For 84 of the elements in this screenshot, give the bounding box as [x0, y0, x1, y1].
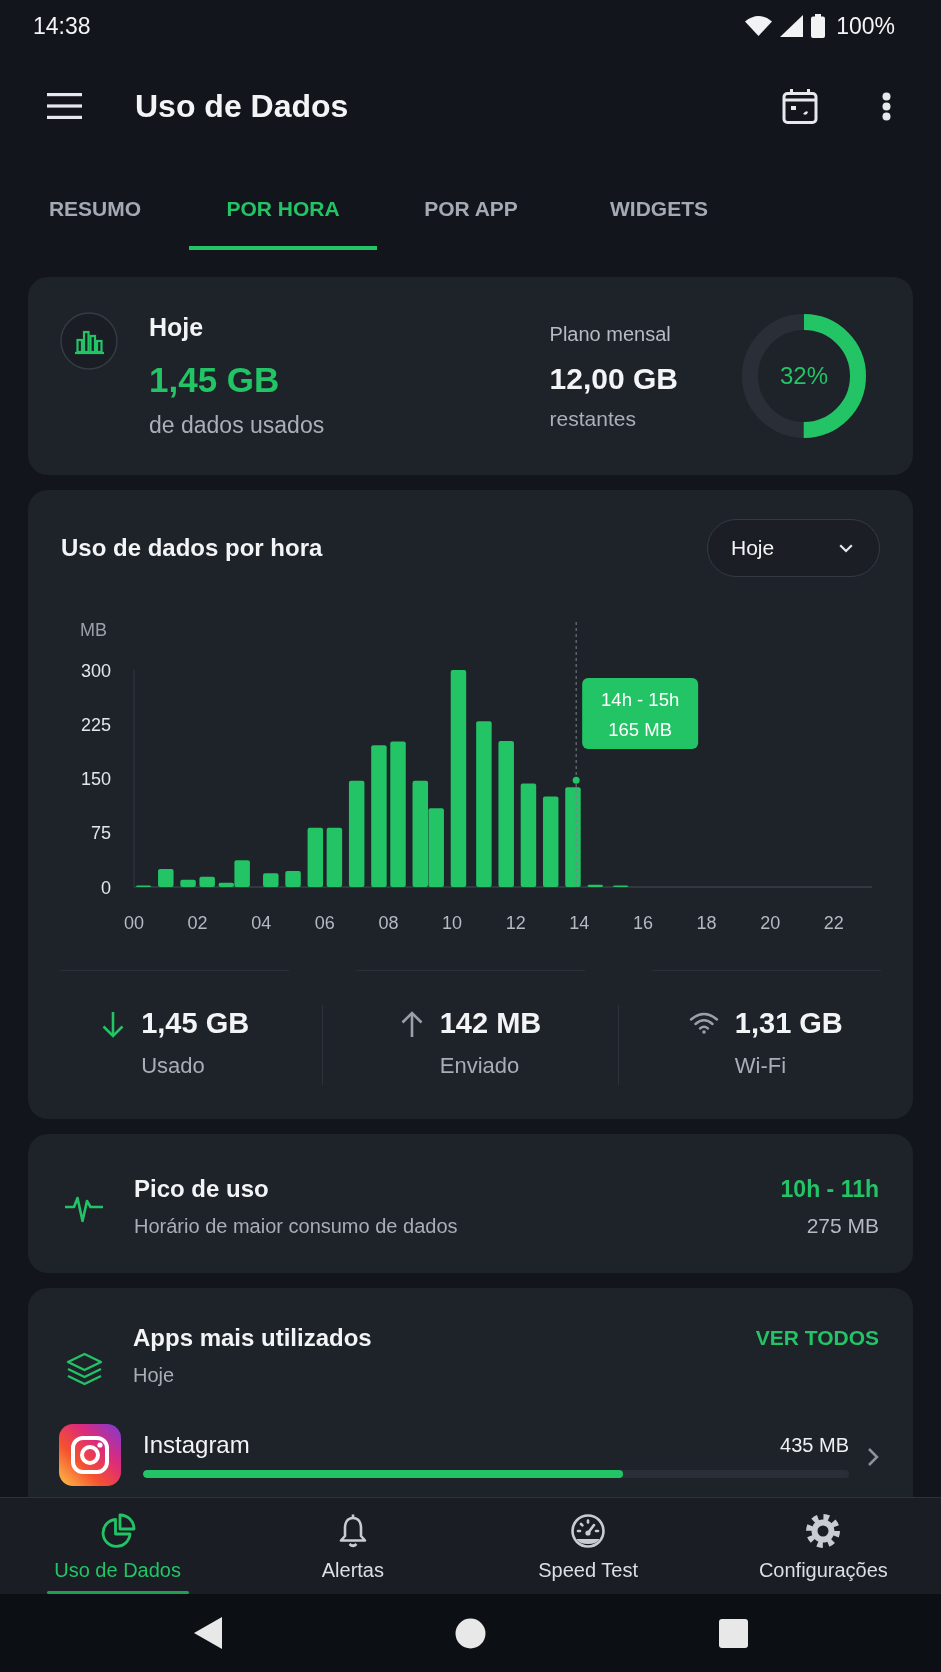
bar [180, 879, 196, 887]
bar [199, 876, 215, 887]
camera-logo-icon [59, 1424, 121, 1486]
plan-caption: restantes [549, 405, 637, 432]
home-icon[interactable] [454, 1617, 486, 1649]
tab[interactable]: POR APP [377, 172, 565, 250]
app-usage: 435 MB [780, 1433, 849, 1457]
x-tick-label: 06 [314, 913, 335, 933]
chevron-right-icon [867, 1447, 879, 1467]
arrow-down-icon [101, 1011, 126, 1038]
total-label: Usado [141, 1052, 206, 1080]
period-dropdown[interactable]: Hoje [707, 519, 880, 577]
back-icon[interactable] [193, 1617, 222, 1649]
y-tick-label: 75 [90, 823, 111, 844]
menu-icon[interactable] [47, 93, 82, 119]
bar [307, 827, 324, 887]
total-label: Enviado [439, 1052, 521, 1080]
total-value: 1,31 GB [734, 1006, 843, 1041]
summary-title: Hoje [149, 312, 205, 342]
x-tick-label: 20 [760, 913, 781, 933]
y-tick-label: 150 [80, 769, 111, 789]
peak-time: 10h - 11h [780, 1175, 879, 1204]
calendar-icon[interactable] [782, 88, 818, 124]
more-options-icon[interactable] [882, 91, 891, 121]
cell-signal-icon [780, 15, 804, 37]
total-value: 1,45 GB [141, 1006, 250, 1041]
peak-subtitle: Horário de maior consumo de dados [134, 1214, 458, 1239]
bar-chart-icon [60, 312, 118, 370]
x-tick-label: 02 [187, 913, 208, 933]
y-tick-label: 300 [80, 660, 111, 681]
top-apps-subtitle: Hoje [133, 1363, 176, 1388]
ring-percent: 32% [780, 362, 828, 390]
settings-icon [805, 1513, 842, 1549]
nav-item[interactable]: Configurações [705, 1498, 941, 1594]
x-tick-label: 04 [251, 913, 272, 933]
wifi-signal-icon [745, 16, 773, 36]
layers-icon [66, 1352, 103, 1387]
x-tick-label: 08 [378, 913, 399, 933]
wifi-icon [688, 1011, 719, 1034]
chart-title: Uso de dados por hora [61, 534, 323, 562]
tooltip-range: 14h - 15h [601, 689, 680, 710]
x-tick-label: 10 [442, 913, 463, 933]
top-apps-title: Apps mais utilizados [133, 1323, 372, 1353]
total-value: 142 MB [439, 1006, 542, 1041]
x-tick-label: 14 [569, 913, 590, 933]
bar [326, 827, 343, 887]
x-tick-label: 00 [124, 913, 144, 933]
x-tick-label: 12 [505, 913, 526, 933]
plan-label: Plano mensal [549, 321, 672, 347]
see-all-link[interactable]: VER TODOS [755, 1322, 879, 1354]
speedometer-icon [570, 1513, 607, 1549]
total-label: Wi-Fi [734, 1052, 788, 1080]
tooltip-value: 165 MB [608, 719, 673, 740]
bar [285, 871, 301, 887]
pie-chart-icon [99, 1513, 136, 1549]
battery-icon [811, 14, 826, 38]
arrow-up-icon [399, 1011, 424, 1038]
tab[interactable]: WIDGETS [565, 172, 753, 250]
bar [587, 884, 603, 887]
y-tick-label: 225 [80, 714, 111, 735]
battery-percent: 100% [836, 12, 895, 40]
bar [158, 868, 174, 887]
nav-item[interactable]: Uso de Dados [0, 1498, 236, 1594]
recents-icon[interactable] [718, 1618, 748, 1648]
app-title: Uso de Dados [135, 87, 349, 125]
nav-item[interactable]: Speed Test [470, 1498, 706, 1594]
used-caption: de dados usados [149, 411, 325, 440]
status-time: 14:38 [33, 12, 91, 40]
chevron-down-icon [839, 543, 853, 553]
point-marker [572, 776, 580, 784]
x-tick-label: 22 [823, 913, 844, 933]
y-axis-label: MB [80, 620, 107, 640]
app-name[interactable]: Instagram [143, 1431, 250, 1459]
bar [263, 873, 279, 887]
tab[interactable]: RESUMO [1, 172, 189, 250]
peak-title: Pico de uso [134, 1174, 270, 1204]
used-amount: 1,45 GB [149, 359, 281, 401]
peak-amount: 275 MB [806, 1213, 879, 1239]
nav-item[interactable]: Alertas [235, 1498, 471, 1594]
y-tick-label: 0 [101, 877, 111, 898]
plan-remaining: 12,00 GB [549, 360, 678, 397]
x-tick-label: 18 [696, 913, 717, 933]
x-tick-label: 16 [632, 913, 653, 933]
tab[interactable]: POR HORA [189, 172, 377, 250]
